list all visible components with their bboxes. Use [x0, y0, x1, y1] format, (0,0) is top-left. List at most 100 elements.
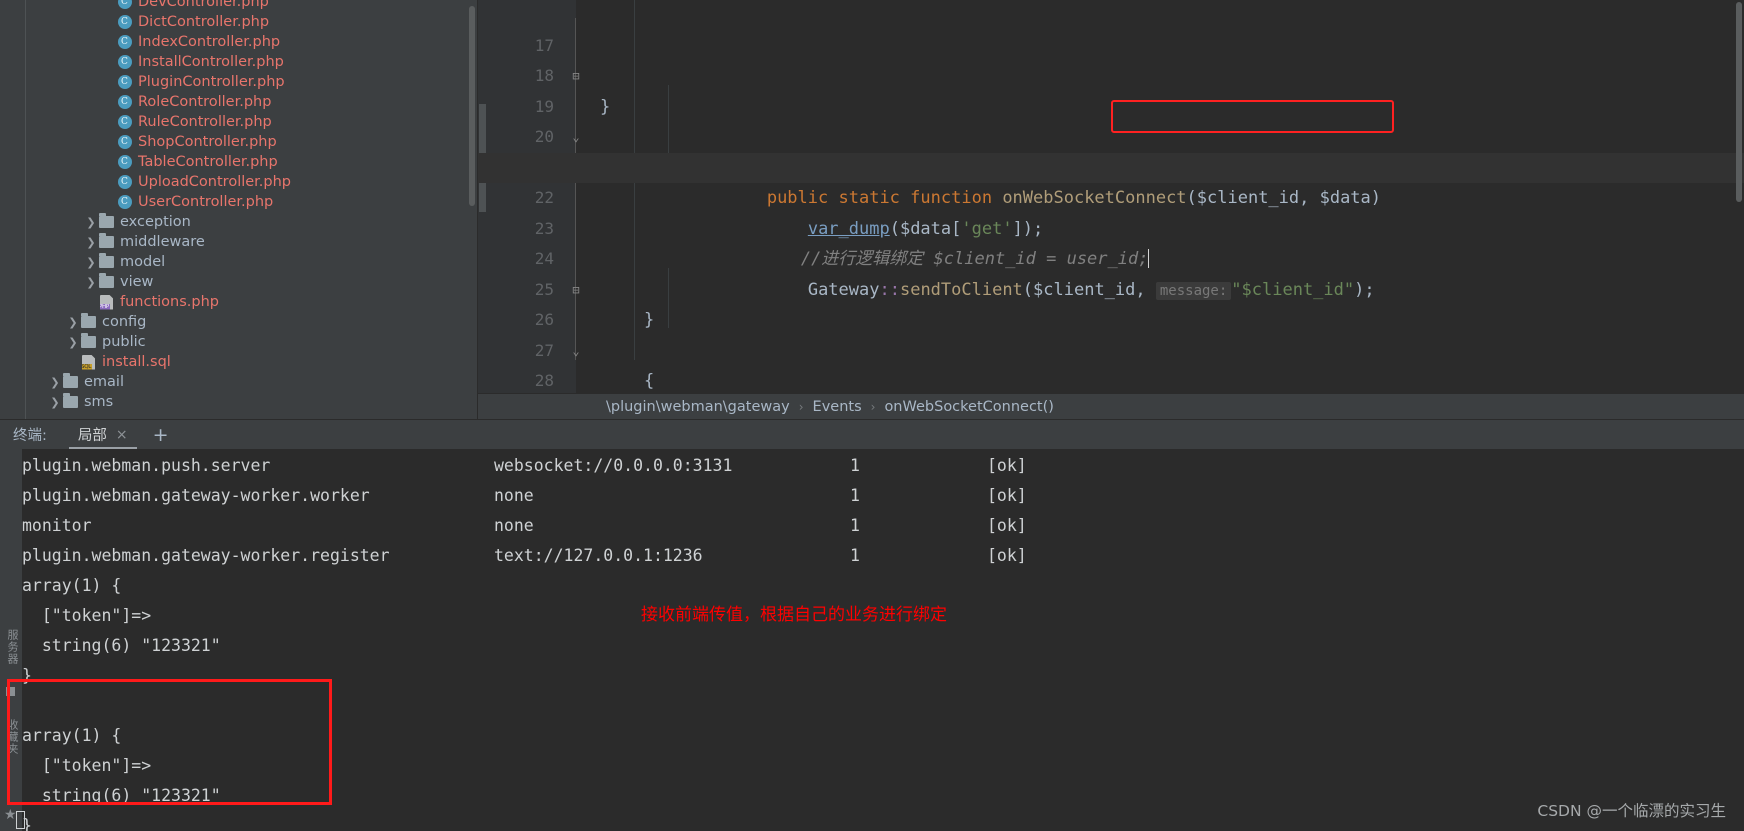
process-name: plugin.webman.gateway-worker.register [22, 546, 390, 565]
folder-icon [98, 273, 115, 291]
tree-item[interactable]: ❯CUserController.php [26, 192, 477, 212]
chevron-right-icon[interactable]: ❯ [48, 392, 62, 412]
dump-text: array(1) { [22, 576, 122, 595]
chevron-right-icon[interactable]: ❯ [84, 252, 98, 272]
folder-icon [98, 233, 115, 251]
chevron-right-icon[interactable]: ❯ [84, 232, 98, 252]
side-rail-label-favorites[interactable]: 收藏夹 [4, 719, 20, 755]
process-name: plugin.webman.push.server [22, 456, 271, 475]
tree-item[interactable]: ❯CTableController.php [26, 152, 477, 172]
project-tree-panel[interactable]: ❯ C DevController.php ❯ C DictController.php ❯… [0, 0, 478, 419]
folder-icon [80, 333, 97, 351]
dump-text: ["token"]=> [22, 606, 152, 625]
tree-item-label: TableController.php [138, 154, 278, 170]
chevron-right-icon[interactable]: ❯ [66, 312, 80, 332]
process-name: monitor [22, 516, 92, 535]
tree-item[interactable]: ❯CDevController.php [26, 0, 477, 12]
code-line[interactable]: 28 Gateway::sendToClient($client_id, mes… [478, 336, 1744, 390]
process-status: [ok] [987, 486, 1027, 505]
process-name: plugin.webman.gateway-worker.worker [22, 486, 370, 505]
tree-item[interactable]: ❯CPluginController.php [26, 72, 477, 92]
close-icon[interactable]: × [116, 427, 128, 443]
tree-item-label: middleware [120, 234, 205, 250]
code-line[interactable]: 27 { [478, 305, 1744, 392]
breadcrumb-class[interactable]: Events [813, 399, 862, 415]
code-line[interactable]: 25 [478, 244, 1744, 299]
tree-item-label: PluginController.php [138, 74, 285, 90]
tree-item[interactable]: ❯functions.php [26, 292, 477, 312]
terminal-side-rail: 服务器 收藏夹 ★ [0, 449, 22, 831]
process-status: [ok] [987, 516, 1027, 535]
code-line-current[interactable]: 22 //进行逻辑绑定 $client_id = user_id; [478, 152, 1744, 269]
watermark: CSDN @一个临漂的实习生 [1537, 802, 1726, 820]
tree-item[interactable]: ❯CUploadController.php [26, 172, 477, 192]
side-rail-label-server[interactable]: 服务器 [4, 629, 20, 665]
tree-gutter [0, 0, 26, 419]
process-count: 1 [850, 546, 860, 565]
code-line[interactable]: 20 { [478, 92, 1744, 178]
code-line[interactable]: 21 var_dump($data['get']); [478, 122, 1744, 239]
php-class-icon: C [116, 154, 133, 171]
code-line[interactable]: 23 Gateway::sendToClient($client_id, mes… [478, 183, 1744, 300]
php-class-icon: C [116, 194, 133, 211]
tree-item-label: RoleController.php [138, 94, 272, 110]
chevron-right-icon[interactable]: ❯ [84, 212, 98, 232]
breadcrumb-method[interactable]: onWebSocketConnect() [884, 399, 1053, 415]
project-tree-list[interactable]: ❯ C DevController.php ❯ C DictController.php ❯… [26, 0, 477, 412]
tree-scrollbar[interactable] [469, 6, 475, 206]
tree-item[interactable]: ❯CInstallController.php [26, 52, 477, 72]
tree-item[interactable]: ❯ public [26, 332, 477, 352]
code-line[interactable]: 17 ⊟ } [478, 0, 1744, 117]
tree-item[interactable]: ❯ sms [26, 392, 477, 412]
terminal-cursor [16, 811, 25, 829]
tree-item[interactable]: ❯ exception [26, 212, 477, 232]
php-class-icon: C [116, 94, 133, 111]
php-class-icon: C [116, 34, 133, 51]
code-line[interactable]: 26 ⌄ public static function onMessage($c… [478, 275, 1744, 419]
terminal-tab-local[interactable]: 局部 × [68, 420, 137, 450]
code-line[interactable]: 19 ⌄ public static function onWebSocketC… [478, 61, 1744, 209]
tree-item-label: DevController.php [138, 0, 269, 10]
tree-item[interactable]: ❯CRuleController.php [26, 112, 477, 132]
terminal-dump-line: array(1) { [22, 571, 1744, 601]
tree-item[interactable]: ❯ email [26, 372, 477, 392]
star-icon[interactable]: ★ [4, 807, 17, 823]
tree-item[interactable]: ❯ view [26, 272, 477, 292]
code-line[interactable]: 29 ⊟ } [478, 366, 1744, 420]
terminal-process-row: plugin.webman.gateway-worker.worker none 1… [22, 481, 1744, 511]
tree-item[interactable]: ❯install.sql [26, 352, 477, 372]
process-listen: none [494, 486, 534, 505]
editor-split: ❯ C DevController.php ❯ C DictController.php ❯… [0, 0, 1744, 419]
breadcrumb-namespace[interactable]: \plugin\webman\gateway [606, 399, 790, 415]
tree-item-label: UploadController.php [138, 174, 292, 190]
editor-scrollbar[interactable] [1736, 2, 1742, 202]
tree-item[interactable]: ❯CIndexController.php [26, 32, 477, 52]
tree-item[interactable]: ❯ model [26, 252, 477, 272]
chevron-right-icon[interactable]: ❯ [66, 332, 80, 352]
tree-item-label: InstallController.php [138, 54, 284, 70]
dump-text: array(1) { [22, 726, 122, 745]
terminal-output[interactable]: 服务器 收藏夹 ★ plugin.webman.push.server webso… [0, 449, 1744, 831]
process-listen: none [494, 516, 534, 535]
code-line[interactable]: 24 ⊟ } [478, 214, 1744, 330]
php-class-icon: C [116, 74, 133, 91]
add-terminal-icon[interactable]: + [153, 424, 169, 446]
tree-item[interactable]: ❯CShopController.php [26, 132, 477, 152]
php-class-icon: C [116, 114, 133, 131]
folder-icon [62, 373, 79, 391]
tree-item[interactable]: ❯CDictController.php [26, 12, 477, 32]
tree-item[interactable]: ❯CRoleController.php [26, 92, 477, 112]
chevron-right-icon[interactable]: ❯ [48, 372, 62, 392]
chevron-right-icon[interactable]: ❯ [84, 272, 98, 292]
tree-item[interactable]: ❯ config [26, 312, 477, 332]
terminal-dump-line: ["token"]=> [22, 751, 1744, 781]
php-file-icon [98, 294, 115, 311]
code-line[interactable]: 18 [478, 31, 1744, 85]
tree-item-label: RuleController.php [138, 114, 272, 130]
code-lines[interactable]: 17 ⊟ } 18 19 ⌄ public static function on… [478, 0, 1744, 420]
tree-item-label: public [102, 334, 146, 350]
breadcrumb[interactable]: \plugin\webman\gateway › Events › onWebS… [478, 393, 1744, 419]
code-editor[interactable]: 17 ⊟ } 18 19 ⌄ public static function on… [478, 0, 1744, 419]
tree-item[interactable]: ❯ middleware [26, 232, 477, 252]
process-listen: websocket://0.0.0.0:3131 [494, 456, 733, 475]
